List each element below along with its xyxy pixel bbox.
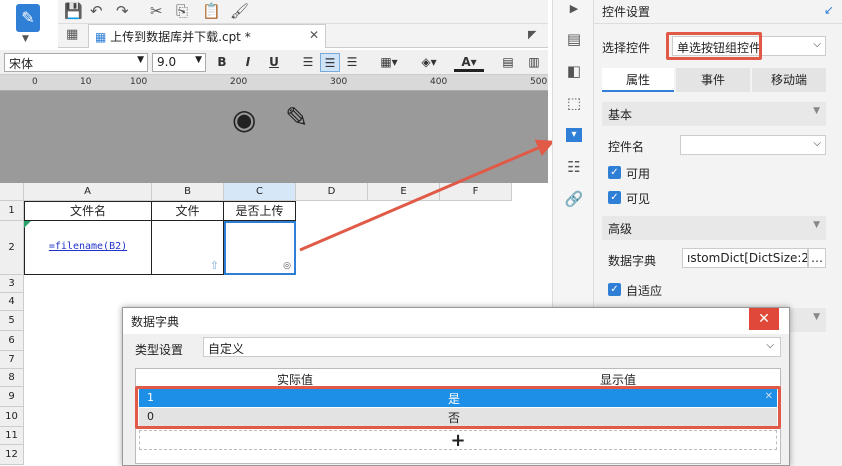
enabled-label: 可用 — [626, 167, 651, 181]
panel-title: 控件设置 — [602, 5, 651, 19]
add-row-button[interactable]: + — [139, 430, 777, 451]
dialog-title-bar: 数据字典 — [123, 308, 789, 334]
chevron-down-icon: ⌵ — [813, 138, 821, 149]
cell-element-icon[interactable]: ▤ — [563, 30, 585, 50]
cell-attribute-icon[interactable]: ◧ — [563, 62, 585, 82]
hyperlink-icon[interactable]: 🔗 — [563, 190, 585, 210]
tab-mobile[interactable]: 移动端 — [752, 68, 826, 92]
col-display-header: 显示值 — [599, 373, 636, 387]
chevron-down-icon: ▼ — [813, 220, 820, 230]
chevron-right-icon[interactable]: ▶ — [563, 2, 585, 22]
highlight-box — [666, 32, 762, 60]
float-element-icon[interactable]: ⬚ — [563, 94, 585, 114]
data-dict-label: 数据字典 — [608, 254, 657, 268]
section-basic-label: 基本 — [608, 108, 633, 122]
close-icon[interactable]: ✕ — [749, 308, 779, 330]
select-widget-label: 选择控件 — [602, 41, 651, 55]
col-actual-header: 实际值 — [276, 373, 313, 387]
dialog-title: 数据字典 — [131, 315, 180, 329]
widget-settings-icon[interactable]: ▾ — [566, 128, 582, 142]
type-value: 自定义 — [208, 342, 245, 356]
arrow-to-toolbar — [299, 139, 555, 252]
visible-label: 可见 — [626, 192, 651, 206]
widget-name-label: 控件名 — [608, 140, 645, 154]
section-advanced-label: 高级 — [608, 222, 633, 236]
adaptive-checkbox[interactable]: ✓ — [608, 283, 621, 296]
section-basic[interactable]: 基本 ▼ — [602, 102, 826, 126]
condition-attribute-icon[interactable]: ☷ — [563, 158, 585, 178]
collapse-arrow-icon[interactable]: ↙ — [824, 3, 834, 17]
tab-properties[interactable]: 属性 — [602, 68, 674, 92]
type-select[interactable]: 自定义 ⌵ — [203, 337, 781, 357]
data-dictionary-dialog: 数据字典 ✕ 类型设置 自定义 ⌵ 实际值 显示值 1 是 ✕ 0 否 + — [122, 307, 790, 466]
visible-checkbox[interactable]: ✓ — [608, 191, 621, 204]
chevron-down-icon: ▼ — [813, 106, 820, 116]
chevron-down-icon: ⌵ — [766, 340, 774, 351]
panel-header: 控件设置 ↙ — [594, 0, 842, 24]
chevron-down-icon: ⌵ — [813, 39, 821, 50]
adaptive-label: 自适应 — [626, 284, 663, 298]
highlight-box — [135, 386, 781, 429]
tab-events[interactable]: 事件 — [676, 68, 750, 92]
type-label: 类型设置 — [135, 343, 184, 357]
data-dict-input[interactable]: ıstomDict[DictSize:2] — [682, 248, 808, 268]
data-dict-more-button[interactable]: … — [808, 248, 826, 268]
chevron-down-icon: ▼ — [813, 312, 820, 322]
section-advanced[interactable]: 高级 ▼ — [602, 216, 826, 240]
enabled-checkbox[interactable]: ✓ — [608, 166, 621, 179]
widget-name-input[interactable]: ⌵ — [680, 135, 826, 155]
